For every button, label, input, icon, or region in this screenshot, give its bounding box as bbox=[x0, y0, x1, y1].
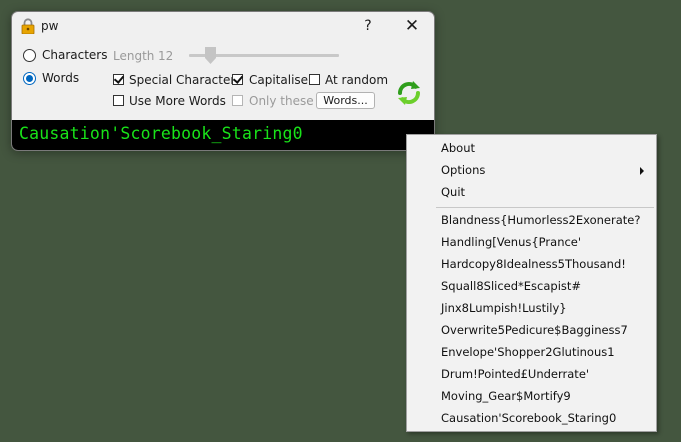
characters-label[interactable]: Characters bbox=[42, 48, 108, 62]
submenu-arrow-icon bbox=[640, 167, 644, 175]
history-item[interactable]: Envelope'Shopper2Glutinous1 bbox=[441, 341, 615, 363]
words-radio[interactable] bbox=[23, 72, 36, 85]
history-item[interactable]: Moving_Gear$Mortify9 bbox=[441, 385, 571, 407]
pw-window: pw ? ✕ Characters Words Length 12 Specia… bbox=[11, 11, 435, 151]
menu-item-options[interactable]: Options bbox=[441, 159, 485, 181]
capitalise-checkbox[interactable] bbox=[232, 74, 243, 85]
context-menu: About Options Quit Blandness{Humorless2E… bbox=[406, 134, 657, 432]
words-button[interactable]: Words... bbox=[316, 92, 375, 109]
capitalise-label[interactable]: Capitalise bbox=[249, 73, 308, 87]
length-value: 12 bbox=[158, 49, 174, 63]
menu-item-about[interactable]: About bbox=[441, 137, 475, 159]
refresh-icon[interactable] bbox=[395, 79, 423, 107]
menu-separator bbox=[436, 207, 654, 208]
password-output[interactable]: Causation'Scorebook_Staring0 bbox=[12, 120, 434, 150]
at-random-checkbox[interactable] bbox=[309, 74, 320, 85]
only-these-checkbox bbox=[232, 95, 243, 106]
help-button[interactable]: ? bbox=[348, 12, 388, 41]
history-item[interactable]: Blandness{Humorless2Exonerate? bbox=[441, 209, 640, 231]
special-characters-label[interactable]: Special Characters bbox=[129, 73, 242, 87]
history-item[interactable]: Handling[Venus{Prance' bbox=[441, 231, 581, 253]
close-button[interactable]: ✕ bbox=[392, 12, 432, 41]
history-item[interactable]: Overwrite5Pedicure$Bagginess7 bbox=[441, 319, 628, 341]
history-item[interactable]: Jinx8Lumpish!Lustily} bbox=[441, 297, 567, 319]
special-characters-checkbox[interactable] bbox=[113, 74, 124, 85]
lock-icon bbox=[21, 18, 35, 34]
length-slider-thumb[interactable] bbox=[205, 47, 216, 64]
characters-radio[interactable] bbox=[23, 49, 36, 62]
password-text[interactable]: Causation'Scorebook_Staring0 bbox=[19, 124, 303, 143]
use-more-words-label[interactable]: Use More Words bbox=[129, 94, 226, 108]
window-title: pw bbox=[41, 19, 59, 33]
use-more-words-checkbox[interactable] bbox=[113, 95, 124, 106]
history-item[interactable]: Drum!Pointed£Underrate' bbox=[441, 363, 589, 385]
history-item[interactable]: Causation'Scorebook_Staring0 bbox=[441, 407, 616, 429]
only-these-label: Only these bbox=[249, 94, 314, 108]
menu-item-quit[interactable]: Quit bbox=[441, 181, 465, 203]
at-random-label[interactable]: At random bbox=[325, 73, 388, 87]
history-item[interactable]: Hardcopy8Idealness5Thousand! bbox=[441, 253, 626, 275]
words-label[interactable]: Words bbox=[42, 71, 79, 85]
history-item[interactable]: Squall8Sliced*Escapist# bbox=[441, 275, 581, 297]
length-label: Length bbox=[113, 49, 155, 63]
title-bar: pw ? ✕ bbox=[12, 12, 434, 41]
